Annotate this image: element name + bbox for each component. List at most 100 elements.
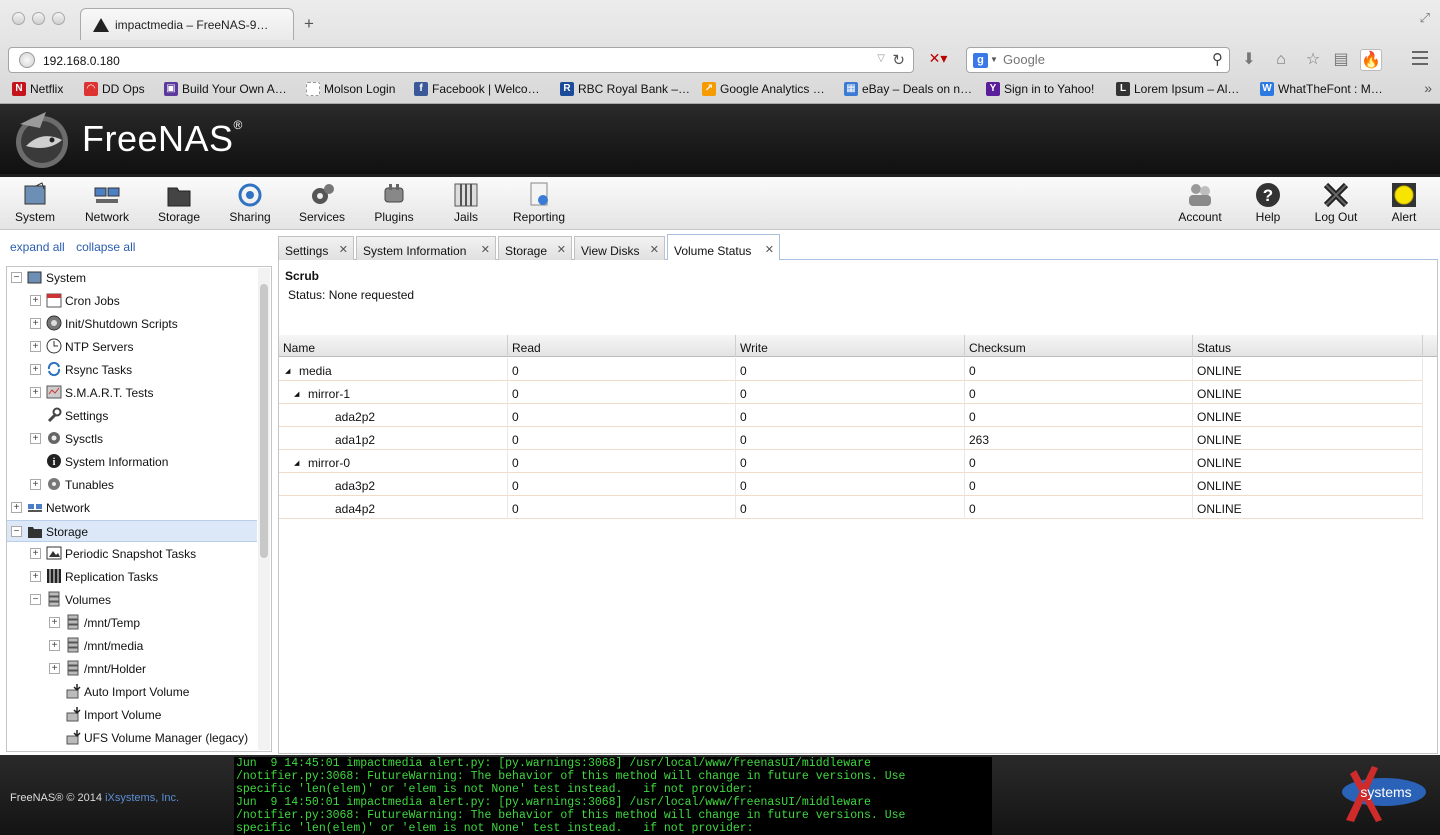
- tab-view-disks[interactable]: View Disks ✕: [574, 236, 665, 260]
- nav-services-button[interactable]: Services: [290, 178, 354, 226]
- url-text[interactable]: 192.168.0.180: [43, 54, 120, 68]
- expand-icon[interactable]: +: [30, 387, 41, 398]
- search-engine-dropdown-icon[interactable]: ▼: [990, 55, 998, 64]
- nav-account-button[interactable]: Account: [1168, 178, 1232, 226]
- tree-node[interactable]: Settings: [7, 405, 257, 427]
- nav-jails-button[interactable]: Jails: [434, 178, 498, 226]
- firebug-icon[interactable]: 🔥: [1360, 49, 1382, 71]
- tree-node[interactable]: + /mnt/Temp: [7, 612, 257, 634]
- expand-icon[interactable]: +: [30, 433, 41, 444]
- tree-toggle-icon[interactable]: ◢: [285, 367, 290, 375]
- tree-node[interactable]: + /mnt/Holder: [7, 658, 257, 680]
- search-input[interactable]: [1003, 52, 1203, 67]
- tab-settings[interactable]: Settings ✕: [278, 236, 354, 260]
- expand-icon[interactable]: +: [49, 663, 60, 674]
- bookmark-item[interactable]: Molson Login: [306, 82, 395, 96]
- close-tab-icon[interactable]: ✕: [339, 243, 348, 256]
- table-row[interactable]: ◢ mirror-1 0 0 0 ONLINE: [279, 381, 1423, 404]
- nav-log-out-button[interactable]: Log Out: [1304, 178, 1368, 226]
- close-tab-icon[interactable]: ✕: [765, 243, 774, 256]
- zoom-window-button[interactable]: [52, 12, 65, 25]
- tree-node[interactable]: Import Volume: [7, 704, 257, 726]
- expand-icon[interactable]: +: [30, 571, 41, 582]
- tree-node[interactable]: + Replication Tasks: [7, 566, 257, 588]
- bookmark-item[interactable]: ▦ eBay – Deals on n…: [844, 82, 972, 96]
- bookmark-item[interactable]: Y Sign in to Yahoo!: [986, 82, 1094, 96]
- expand-all-link[interactable]: expand all: [10, 240, 65, 254]
- nav-sharing-button[interactable]: Sharing: [218, 178, 282, 226]
- download-icon[interactable]: ⬇: [1238, 49, 1260, 71]
- collapse-icon[interactable]: −: [11, 272, 22, 283]
- url-bar[interactable]: 192.168.0.180 ▽ ↻: [8, 47, 914, 73]
- browser-tab[interactable]: impactmedia – FreeNAS-9…: [80, 8, 294, 40]
- addon-icon[interactable]: ✕▾: [920, 50, 956, 72]
- tree-node[interactable]: UFS Volume Manager (legacy): [7, 727, 257, 749]
- search-icon[interactable]: ⚲: [1212, 50, 1223, 68]
- collapse-all-link[interactable]: collapse all: [76, 240, 135, 254]
- tree-node[interactable]: − Volumes: [7, 589, 257, 611]
- column-header-read[interactable]: Read: [508, 335, 736, 357]
- tree-node[interactable]: + NTP Servers: [7, 336, 257, 358]
- url-dropdown-icon[interactable]: ▽: [877, 53, 885, 64]
- expand-icon[interactable]: +: [30, 548, 41, 559]
- table-row[interactable]: ada2p2 0 0 0 ONLINE: [279, 404, 1423, 427]
- bookmark-item[interactable]: N Netflix: [12, 82, 63, 96]
- column-header-status[interactable]: Status: [1193, 335, 1423, 357]
- company-link[interactable]: iXsystems, Inc.: [105, 792, 179, 804]
- tree-node[interactable]: + Periodic Snapshot Tasks: [7, 543, 257, 565]
- tab-system-information[interactable]: System Information ✕: [356, 236, 496, 260]
- close-tab-icon[interactable]: ✕: [481, 243, 490, 256]
- tree-node[interactable]: + Network: [7, 497, 257, 519]
- tree-toggle-icon[interactable]: ◢: [294, 459, 299, 467]
- tree-node[interactable]: + S.M.A.R.T. Tests: [7, 382, 257, 404]
- tree-node[interactable]: + Init/Shutdown Scripts: [7, 313, 257, 335]
- tree-toggle-icon[interactable]: ◢: [294, 390, 299, 398]
- column-header-name[interactable]: Name: [279, 335, 508, 357]
- tree-node[interactable]: Auto Import Volume: [7, 681, 257, 703]
- expand-icon[interactable]: +: [49, 640, 60, 651]
- nav-help-button[interactable]: ? Help: [1236, 178, 1300, 226]
- tree-node[interactable]: + Rsync Tasks: [7, 359, 257, 381]
- bookmark-item[interactable]: L Lorem Ipsum – Al…: [1116, 82, 1239, 96]
- nav-network-button[interactable]: Network: [75, 178, 139, 226]
- close-tab-icon[interactable]: ✕: [650, 243, 659, 256]
- expand-icon[interactable]: +: [30, 341, 41, 352]
- reload-icon[interactable]: ↻: [892, 51, 905, 69]
- minimize-window-button[interactable]: [32, 12, 45, 25]
- bookmark-item[interactable]: ◠ DD Ops: [84, 82, 145, 96]
- home-icon[interactable]: ⌂: [1270, 49, 1292, 71]
- nav-storage-button[interactable]: Storage: [147, 178, 211, 226]
- nav-plugins-button[interactable]: Plugins: [362, 178, 426, 226]
- table-row[interactable]: ada4p2 0 0 0 ONLINE: [279, 496, 1423, 519]
- tree-node[interactable]: − System: [7, 267, 257, 289]
- menu-icon[interactable]: [1412, 51, 1428, 65]
- collapse-icon[interactable]: −: [30, 594, 41, 605]
- expand-icon[interactable]: +: [30, 295, 41, 306]
- table-row[interactable]: ada1p2 0 0 263 ONLINE: [279, 427, 1423, 450]
- fullscreen-icon[interactable]: ⤢: [1420, 10, 1430, 26]
- more-bookmarks-icon[interactable]: »: [1424, 80, 1432, 96]
- tree-node[interactable]: i System Information: [7, 451, 257, 473]
- table-row[interactable]: ada3p2 0 0 0 ONLINE: [279, 473, 1423, 496]
- table-row[interactable]: ◢ mirror-0 0 0 0 ONLINE: [279, 450, 1423, 473]
- nav-system-button[interactable]: System: [3, 178, 67, 226]
- expand-icon[interactable]: +: [30, 479, 41, 490]
- nav-reporting-button[interactable]: Reporting: [507, 178, 571, 226]
- bookmark-star-icon[interactable]: ☆: [1302, 49, 1324, 71]
- tree-node[interactable]: + /mnt/media: [7, 635, 257, 657]
- expand-icon[interactable]: +: [30, 318, 41, 329]
- nav-alert-button[interactable]: Alert: [1372, 178, 1436, 226]
- bookmark-item[interactable]: ▣ Build Your Own A…: [164, 82, 287, 96]
- search-bar[interactable]: g ▼ ⚲: [966, 47, 1230, 73]
- collapse-icon[interactable]: −: [11, 526, 22, 537]
- tree-node[interactable]: + Tunables: [7, 474, 257, 496]
- bookmark-item[interactable]: W WhatTheFont : M…: [1260, 82, 1383, 96]
- new-tab-button[interactable]: +: [304, 14, 314, 34]
- tree-scrollbar-thumb[interactable]: [260, 284, 268, 558]
- bookmark-item[interactable]: ↗ Google Analytics …: [702, 82, 825, 96]
- tab-storage[interactable]: Storage ✕: [498, 236, 572, 260]
- column-header-write[interactable]: Write: [736, 335, 965, 357]
- expand-icon[interactable]: +: [49, 617, 60, 628]
- bookmark-item[interactable]: f Facebook | Welco…: [414, 82, 540, 96]
- tree-node[interactable]: + Sysctls: [7, 428, 257, 450]
